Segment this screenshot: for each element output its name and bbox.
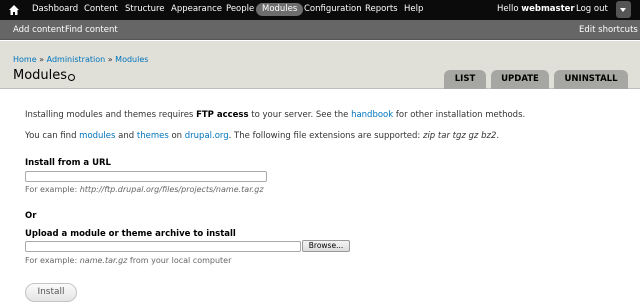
install-button[interactable]: Install [25, 283, 77, 302]
text-segment: on [168, 131, 185, 141]
breadcrumb: Home » Administration » Modules [13, 55, 148, 64]
greeting-text: Hello [497, 4, 522, 14]
text-segment: and [115, 131, 137, 141]
drupal-org-link[interactable]: drupal.org [185, 131, 229, 141]
text-segment: For example: [25, 256, 80, 265]
admin-toolbar: Dashboard Content Structure Appearance P… [0, 0, 640, 20]
text-segment: to your server. See the [248, 110, 352, 120]
url-example: http://ftp.drupal.org/files/projects/nam… [79, 185, 264, 194]
text-segment: . [496, 131, 500, 141]
toolbar-item-reports[interactable]: Reports [365, 4, 398, 14]
ftp-access-text: FTP access [196, 110, 249, 120]
or-label: Or [25, 211, 37, 221]
toolbar-item-people[interactable]: People [226, 4, 254, 14]
breadcrumb-separator: » [107, 55, 113, 64]
user-greeting: Hello webmaster [497, 4, 575, 14]
shortcuts-bar: Add content Find content Edit shortcuts [0, 20, 640, 40]
find-modules-text: You can find modules and themes on drupa… [25, 131, 499, 141]
toolbar-item-structure[interactable]: Structure [125, 4, 165, 14]
install-url-description: For example: http://ftp.drupal.org/files… [25, 185, 264, 194]
shortcut-find-content[interactable]: Find content [65, 25, 118, 35]
username-link[interactable]: webmaster [521, 4, 574, 14]
text-segment: For example: [25, 185, 80, 194]
add-shortcut-icon[interactable] [68, 74, 75, 81]
breadcrumb-home[interactable]: Home [13, 55, 37, 64]
upload-file-input[interactable] [25, 241, 301, 252]
toolbar-item-help[interactable]: Help [404, 4, 423, 14]
upload-example: name.tar.gz [79, 256, 128, 265]
text-segment: Installing modules and themes requires [25, 110, 197, 120]
toolbar-item-modules[interactable]: Modules [256, 3, 304, 16]
toolbar-drawer-toggle[interactable] [616, 1, 631, 18]
text-segment: . The following file extensions are supp… [228, 131, 423, 141]
toolbar-item-dashboard[interactable]: Dashboard [32, 4, 78, 14]
tab-update[interactable]: UPDATE [491, 70, 549, 89]
text-segment: You can find [25, 131, 80, 141]
home-icon[interactable] [8, 4, 20, 16]
text-segment: for other installation methods. [393, 110, 526, 120]
shortcut-add-content[interactable]: Add content [13, 25, 65, 35]
tab-uninstall[interactable]: UNINSTALL [554, 70, 628, 89]
upload-description: For example: name.tar.gz from your local… [25, 256, 231, 265]
install-url-input[interactable] [25, 171, 267, 182]
edit-shortcuts-link[interactable]: Edit shortcuts [579, 25, 638, 35]
handbook-link[interactable]: handbook [351, 110, 393, 120]
breadcrumb-modules[interactable]: Modules [115, 55, 148, 64]
page-title: Modules [13, 68, 68, 83]
text-segment: from your local computer [127, 256, 232, 265]
install-url-label: Install from a URL [25, 158, 111, 168]
tab-list[interactable]: LIST [444, 70, 486, 89]
extensions-list: zip tar tgz gz bz2 [422, 131, 497, 141]
ftp-info-text: Installing modules and themes requires F… [25, 110, 525, 120]
toolbar-item-appearance[interactable]: Appearance [171, 4, 222, 14]
breadcrumb-administration[interactable]: Administration [47, 55, 106, 64]
toolbar-item-configuration[interactable]: Configuration [304, 4, 362, 14]
breadcrumb-separator: » [39, 55, 45, 64]
themes-link[interactable]: themes [137, 131, 169, 141]
browse-button[interactable]: Browse... [302, 240, 350, 252]
chevron-down-icon [620, 8, 626, 12]
modules-link[interactable]: modules [79, 131, 115, 141]
toolbar-item-content[interactable]: Content [84, 4, 118, 14]
upload-label: Upload a module or theme archive to inst… [25, 229, 236, 239]
logout-link[interactable]: Log out [576, 4, 608, 14]
